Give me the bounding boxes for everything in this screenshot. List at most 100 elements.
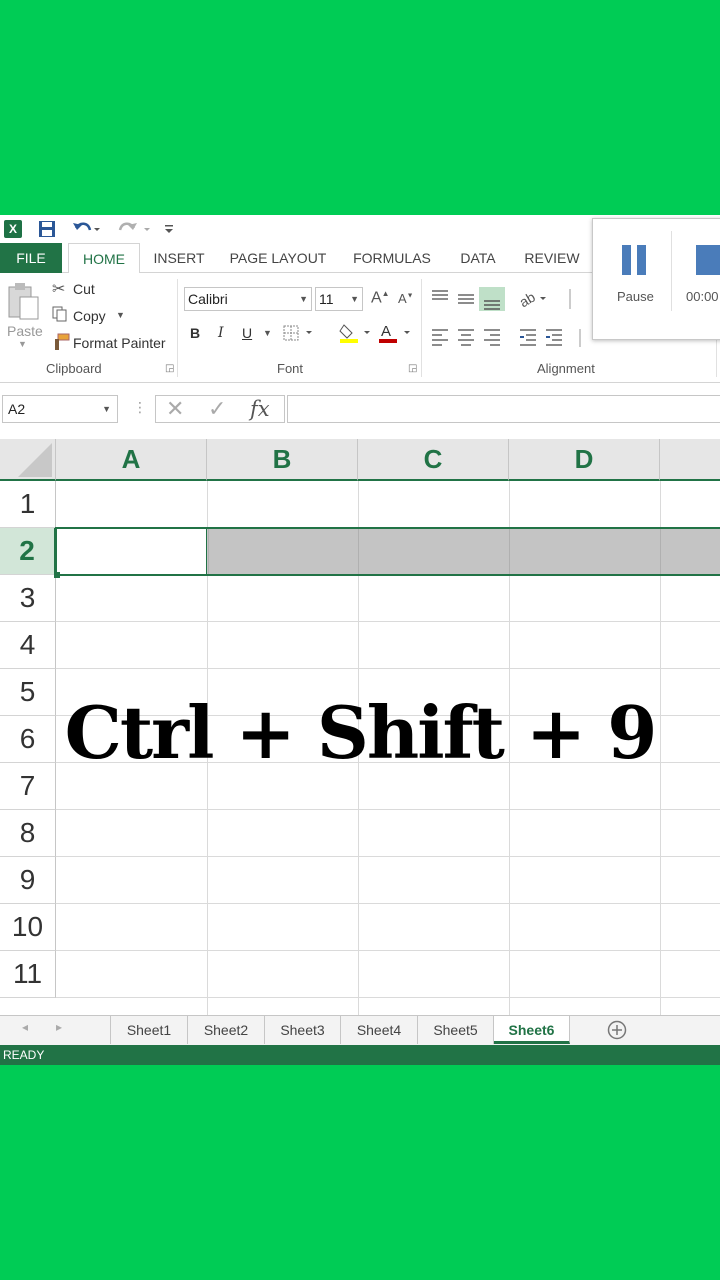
underline-button[interactable]: U	[242, 325, 252, 341]
screen-recorder-panel: Pause 00:00	[592, 218, 720, 340]
row-header-8[interactable]: 8	[0, 810, 56, 857]
row-header-10[interactable]: 10	[0, 904, 56, 951]
group-separator	[421, 279, 422, 377]
font-size-value: 11	[319, 291, 334, 307]
sheet-tab-6[interactable]: Sheet6	[494, 1016, 570, 1044]
tab-file[interactable]: FILE	[0, 243, 62, 273]
status-bar: READY	[0, 1045, 720, 1065]
save-icon[interactable]	[38, 219, 56, 239]
chevron-down-icon: ▼	[102, 404, 111, 414]
name-box[interactable]: A2 ▼	[2, 395, 118, 423]
row-header-1[interactable]: 1	[0, 481, 56, 528]
more-options-icon[interactable]: ⋮	[133, 399, 147, 416]
gridline	[56, 621, 720, 622]
tab-insert[interactable]: INSERT	[148, 243, 210, 273]
decrease-font-icon[interactable]: A▼	[398, 291, 414, 306]
pause-button[interactable]: Pause	[617, 289, 654, 304]
fill-handle[interactable]	[54, 572, 60, 578]
font-name-combo[interactable]: Calibri ▼	[184, 287, 312, 311]
scroll-right-icon[interactable]: ▸	[56, 1020, 62, 1034]
tab-formulas[interactable]: FORMULAS	[346, 243, 438, 273]
name-box-value: A2	[8, 401, 26, 417]
alignment-group-label: Alignment	[537, 361, 595, 376]
fill-color-icon[interactable]	[338, 321, 374, 345]
format-painter-button[interactable]: Format Painter	[73, 335, 166, 351]
sheet-tab-5[interactable]: Sheet5	[418, 1016, 494, 1044]
format-painter-icon[interactable]	[52, 333, 70, 351]
customize-qat-icon[interactable]	[164, 219, 174, 239]
paste-icon[interactable]	[6, 281, 40, 325]
row-header-11[interactable]: 11	[0, 951, 56, 998]
borders-icon[interactable]	[282, 323, 316, 343]
formula-input[interactable]	[287, 395, 720, 423]
gridline	[56, 856, 720, 857]
row-header-4[interactable]: 4	[0, 622, 56, 669]
tab-home[interactable]: HOME	[68, 243, 140, 274]
clipboard-launcher-icon[interactable]: ◲	[165, 363, 174, 374]
column-header-e[interactable]	[660, 439, 720, 481]
vertical-align-group: ab	[430, 285, 600, 313]
pause-icon-bar[interactable]	[637, 245, 646, 275]
recorder-separator	[671, 231, 672, 311]
bold-button[interactable]: B	[190, 325, 200, 341]
excel-window: X FILE HOME INSERT PAGE LAYOUT FORMULAS …	[0, 215, 720, 1065]
insert-function-button[interactable]: fx	[250, 396, 270, 422]
copy-icon[interactable]	[52, 306, 68, 322]
cut-icon[interactable]: ✂	[52, 279, 65, 299]
clipboard-group-label: Clipboard	[46, 361, 102, 376]
horizontal-align-group	[430, 325, 600, 349]
underline-dropdown-icon[interactable]: ▼	[263, 328, 272, 338]
row-header-2[interactable]: 2	[0, 528, 56, 575]
redo-icon[interactable]	[118, 219, 154, 239]
gridline	[56, 903, 720, 904]
gridline	[56, 809, 720, 810]
excel-logo-icon: X	[4, 219, 22, 239]
undo-icon[interactable]	[72, 219, 100, 239]
column-header-a[interactable]: A	[56, 439, 207, 481]
svg-text:A: A	[381, 323, 391, 340]
row-header-9[interactable]: 9	[0, 857, 56, 904]
cut-button[interactable]: Cut	[73, 281, 95, 297]
add-sheet-icon[interactable]	[606, 1019, 628, 1041]
column-header-d[interactable]: D	[509, 439, 660, 481]
sheet-tab-3[interactable]: Sheet3	[265, 1016, 341, 1044]
paste-dropdown-icon[interactable]: ▼	[18, 339, 27, 349]
active-cell-a2[interactable]	[56, 528, 207, 575]
select-all-button[interactable]	[0, 439, 56, 481]
font-color-icon[interactable]: A	[378, 321, 414, 345]
chevron-down-icon: ▼	[350, 294, 359, 304]
column-header-c[interactable]: C	[358, 439, 509, 481]
sheet-tab-bar: ◂ ▸ Sheet1 Sheet2 Sheet3 Sheet4 Sheet5 S…	[0, 1015, 720, 1045]
column-header-b[interactable]: B	[207, 439, 358, 481]
gridline	[56, 997, 720, 998]
font-group-label: Font	[277, 361, 304, 376]
copy-button[interactable]: Copy	[73, 308, 106, 324]
enter-icon[interactable]: ✓	[208, 396, 226, 422]
recording-timer: 00:00	[686, 289, 719, 304]
copy-dropdown-icon[interactable]: ▼	[116, 310, 125, 320]
tab-data[interactable]: DATA	[452, 243, 504, 273]
gridline	[56, 668, 720, 669]
shortcut-caption: Ctrl + Shift + 9	[64, 690, 658, 775]
stop-icon[interactable]	[696, 245, 720, 275]
font-launcher-icon[interactable]: ◲	[408, 363, 417, 374]
row-header-3[interactable]: 3	[0, 575, 56, 622]
gridline	[56, 950, 720, 951]
increase-font-icon[interactable]: A▲	[371, 289, 390, 307]
font-size-combo[interactable]: 11 ▼	[315, 287, 363, 311]
scroll-left-icon[interactable]: ◂	[22, 1020, 28, 1034]
group-separator	[177, 279, 178, 377]
sheet-tab-2[interactable]: Sheet2	[188, 1016, 265, 1044]
font-name-value: Calibri	[188, 291, 228, 307]
tab-page-layout[interactable]: PAGE LAYOUT	[226, 243, 330, 273]
paste-button[interactable]: Paste	[7, 323, 43, 339]
sheet-tab-1[interactable]: Sheet1	[111, 1016, 188, 1044]
tab-review[interactable]: REVIEW	[520, 243, 584, 273]
formula-controls: ✕ ✓ fx	[155, 395, 285, 423]
chevron-down-icon: ▼	[299, 294, 308, 304]
italic-button[interactable]: I	[218, 325, 224, 341]
sheet-tab-4[interactable]: Sheet4	[341, 1016, 418, 1044]
pause-icon[interactable]	[622, 245, 631, 275]
formula-bar: A2 ▼ ⋮ ✕ ✓ fx	[0, 383, 720, 439]
cancel-icon[interactable]: ✕	[166, 396, 184, 422]
